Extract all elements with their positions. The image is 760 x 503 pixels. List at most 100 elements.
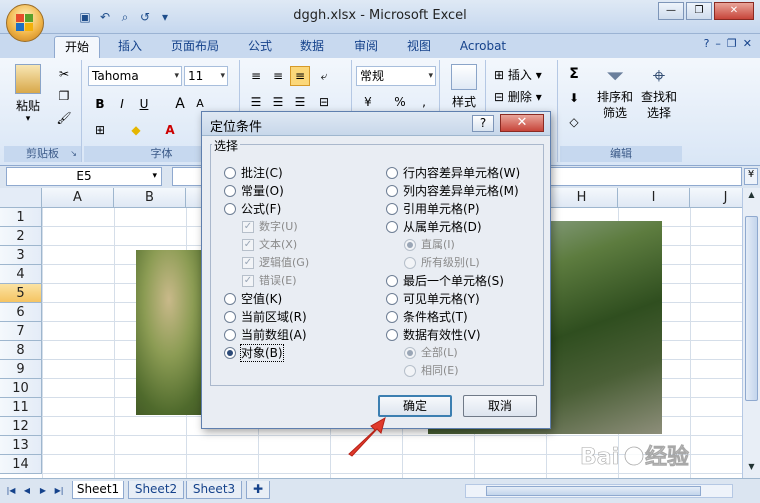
autosum-button[interactable]: Σ (564, 64, 584, 84)
styles-button[interactable]: 样式 (446, 64, 482, 110)
delete-cells-button[interactable]: ⊟ 删除 ▾ (494, 88, 542, 105)
ribbon-restore-icon[interactable]: ❐ (727, 37, 737, 50)
fill-color-icon[interactable]: ◆ (126, 120, 146, 140)
bold-button[interactable]: B (90, 94, 110, 114)
radio-button[interactable] (224, 167, 236, 179)
vertical-scrollbar[interactable]: ▲ ▼ (742, 188, 760, 478)
paste-dropdown-icon[interactable]: ▾ (10, 114, 46, 124)
align-middle-icon[interactable]: ≡ (268, 66, 288, 86)
align-center-icon[interactable]: ☰ (268, 92, 288, 112)
radio-button[interactable] (386, 275, 398, 287)
font-size-combo[interactable]: 11 ▾ (184, 66, 228, 86)
prev-sheet-icon[interactable]: ◀ (20, 484, 34, 498)
copy-icon[interactable]: ❐ (54, 86, 74, 106)
tab-home[interactable]: 开始 (54, 36, 100, 58)
row-header[interactable]: 6 (0, 303, 42, 322)
horizontal-scroll-thumb[interactable] (486, 486, 701, 496)
sheet-tab-sheet3[interactable]: Sheet3 (186, 481, 242, 499)
next-sheet-icon[interactable]: ▶ (36, 484, 50, 498)
radio-button[interactable] (224, 311, 236, 323)
row-header-selected[interactable]: 5 (0, 284, 42, 303)
office-button[interactable] (6, 4, 44, 42)
tab-page-layout[interactable]: 页面布局 (163, 36, 227, 58)
tab-acrobat[interactable]: Acrobat (451, 36, 515, 58)
ribbon-minimize-icon[interactable]: – (715, 37, 721, 50)
help-icon[interactable]: ? (704, 37, 710, 50)
font-name-combo[interactable]: Tahoma ▾ (88, 66, 182, 86)
row-header[interactable]: 10 (0, 379, 42, 398)
format-painter-icon[interactable]: 🖌 (54, 108, 74, 128)
sheet-tab-sheet1[interactable]: Sheet1 (72, 481, 124, 499)
expand-formula-bar-icon[interactable]: ¥ (744, 168, 758, 185)
sheet-tab-sheet2[interactable]: Sheet2 (128, 481, 184, 499)
currency-icon[interactable]: ¥ (358, 92, 378, 112)
row-header[interactable]: 8 (0, 341, 42, 360)
column-header[interactable]: B (114, 188, 186, 208)
align-bottom-icon[interactable]: ≡ (290, 66, 310, 86)
radio-button[interactable] (386, 185, 398, 197)
first-sheet-icon[interactable]: |◀ (4, 484, 18, 498)
scroll-down-icon[interactable]: ▼ (745, 462, 758, 476)
insert-cells-button[interactable]: ⊞ 插入 ▾ (494, 66, 542, 83)
row-header[interactable]: 9 (0, 360, 42, 379)
align-top-icon[interactable]: ≡ (246, 66, 266, 86)
radio-button[interactable] (386, 221, 398, 233)
row-header[interactable]: 11 (0, 398, 42, 417)
ribbon-close-icon[interactable]: ✕ (743, 37, 752, 50)
radio-button[interactable] (386, 167, 398, 179)
clipboard-launcher-icon[interactable]: ↘ (70, 146, 77, 162)
paste-button[interactable]: 粘贴 ▾ (10, 64, 46, 124)
number-format-combo[interactable]: 常规 ▾ (356, 66, 436, 86)
percent-button[interactable]: % (390, 92, 410, 112)
insert-sheet-icon[interactable]: ✚ (246, 481, 270, 499)
row-header[interactable]: 4 (0, 265, 42, 284)
row-header[interactable]: 2 (0, 227, 42, 246)
wrap-text-icon[interactable]: ⤶ (314, 66, 334, 86)
radio-button[interactable] (224, 293, 236, 305)
last-sheet-icon[interactable]: ▶| (52, 484, 66, 498)
scroll-up-icon[interactable]: ▲ (745, 190, 758, 204)
radio-button[interactable] (224, 203, 236, 215)
underline-button[interactable]: U (134, 94, 154, 114)
find-select-button[interactable]: ⌖ 查找和 选择 (638, 64, 680, 121)
column-header[interactable]: J (690, 188, 742, 208)
column-header[interactable]: H (546, 188, 618, 208)
dialog-title-bar[interactable]: 定位条件 ? ✕ (202, 112, 550, 136)
sort-filter-button[interactable]: ⏷ 排序和 筛选 (594, 64, 636, 121)
tab-insert[interactable]: 插入 (108, 36, 152, 58)
radio-button[interactable] (224, 185, 236, 197)
row-header[interactable]: 3 (0, 246, 42, 265)
cut-icon[interactable]: ✂ (54, 64, 74, 84)
row-header[interactable]: 1 (0, 208, 42, 227)
comma-button[interactable]: , (414, 92, 434, 112)
tab-data[interactable]: 数据 (290, 36, 334, 58)
dialog-close-button[interactable]: ✕ (500, 114, 544, 132)
border-icon[interactable]: ⊞ (90, 120, 110, 140)
vertical-scroll-thumb[interactable] (745, 216, 758, 401)
restore-button[interactable]: ❐ (686, 2, 712, 20)
tab-view[interactable]: 视图 (397, 36, 441, 58)
radio-button[interactable] (386, 293, 398, 305)
radio-button[interactable] (386, 311, 398, 323)
row-header[interactable]: 7 (0, 322, 42, 341)
align-left-icon[interactable]: ☰ (246, 92, 266, 112)
radio-button[interactable] (224, 329, 236, 341)
radio-button[interactable] (386, 203, 398, 215)
row-header[interactable]: 14 (0, 455, 42, 474)
name-box[interactable]: E5 ▾ (6, 167, 162, 186)
radio-button-selected[interactable] (224, 347, 236, 359)
horizontal-scrollbar[interactable] (465, 484, 733, 498)
minimize-button[interactable]: — (658, 2, 684, 20)
fill-icon[interactable]: ⬇ (564, 88, 584, 108)
tab-formulas[interactable]: 公式 (238, 36, 282, 58)
grow-font-button[interactable]: A (170, 94, 190, 114)
column-header[interactable]: I (618, 188, 690, 208)
align-right-icon[interactable]: ☰ (290, 92, 310, 112)
font-color-icon[interactable]: A (160, 120, 180, 140)
close-window-button[interactable]: ✕ (714, 2, 754, 20)
clear-icon[interactable]: ◇ (564, 112, 584, 132)
row-header[interactable]: 12 (0, 417, 42, 436)
merge-center-icon[interactable]: ⊟ (314, 92, 334, 112)
row-header[interactable]: 13 (0, 436, 42, 455)
column-header[interactable]: A (42, 188, 114, 208)
